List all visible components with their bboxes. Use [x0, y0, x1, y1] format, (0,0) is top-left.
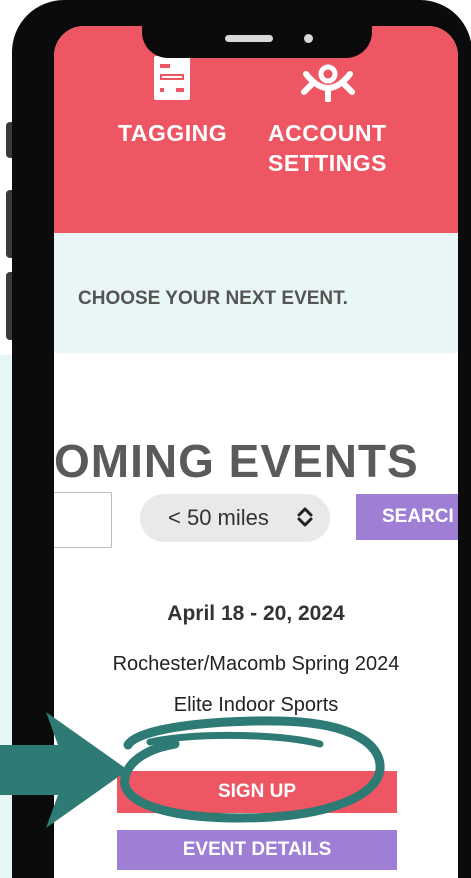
section-title: OMING EVENTS [54, 435, 419, 487]
phone-speaker [225, 35, 273, 42]
tag-reader-icon[interactable] [152, 56, 192, 102]
phone-frame: TAGGING ACCOUNT SETTINGS CHOOSE YOUR NEX… [12, 0, 471, 878]
radius-select[interactable]: < 50 miles [140, 494, 330, 542]
sign-up-button[interactable]: SIGN UP [117, 771, 397, 813]
phone-camera [304, 34, 313, 43]
nav-tagging[interactable]: TAGGING [118, 118, 227, 148]
chevron-updown-icon [297, 507, 313, 527]
radius-select-value: < 50 miles [168, 505, 269, 530]
nav-account-settings-word: SETTINGS [268, 150, 388, 176]
nav-account-settings-label: ACCOUNT SETTINGS [268, 118, 408, 178]
nav-account-settings-word: ACCOUNT [268, 120, 387, 146]
event-name: Rochester/Macomb Spring 2024 [112, 653, 400, 675]
banner-text: CHOOSE YOUR NEXT EVENT. [78, 288, 348, 309]
nav-account-settings[interactable]: ACCOUNT SETTINGS [268, 118, 408, 178]
event-date: April 18 - 20, 2024 [167, 602, 345, 625]
search-button[interactable]: SEARCI [356, 494, 458, 540]
phone-notch [142, 0, 372, 58]
app-screen: TAGGING ACCOUNT SETTINGS CHOOSE YOUR NEX… [54, 26, 458, 878]
event-venue: Elite Indoor Sports [173, 694, 339, 716]
mockup-stage: TAGGING ACCOUNT SETTINGS CHOOSE YOUR NEX… [0, 0, 471, 878]
event-details-button[interactable]: EVENT DETAILS [117, 830, 397, 870]
gear-icon[interactable] [298, 56, 358, 102]
zip-input[interactable] [54, 492, 112, 548]
